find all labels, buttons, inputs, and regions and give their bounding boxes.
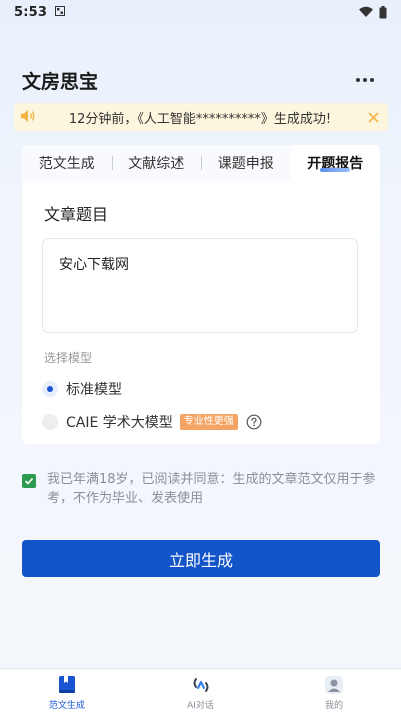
agreement: 我已年满18岁，已阅读并同意：生成的文章范文仅用于参考，不作为毕业、发表使用 (22, 470, 380, 508)
radio-checked-icon[interactable] (42, 381, 58, 397)
question-icon[interactable] (246, 414, 262, 430)
app-header: 文房思宝 (0, 62, 401, 98)
nav-label: AI对话 (187, 701, 214, 711)
checkbox-checked-icon[interactable] (22, 474, 36, 488)
battery-icon (379, 5, 387, 19)
nav-label: 我的 (325, 701, 344, 711)
nav-ai-chat[interactable]: AI对话 (134, 669, 268, 714)
notice-bar: 12分钟前，《人工智能**********》生成成功! (14, 103, 388, 131)
tab-opening-report[interactable]: 开题报告 (290, 145, 380, 181)
bottom-nav: 范文生成 AI对话 我的 (0, 668, 401, 714)
close-icon[interactable] (364, 108, 382, 126)
generate-button[interactable]: 立即生成 (22, 540, 380, 577)
more-dots-icon[interactable] (351, 70, 379, 90)
ai-chat-icon (190, 674, 212, 696)
tab-bar: 范文生成 文献综述 课题申报 开题报告 (22, 145, 380, 181)
model-label: 选择模型 (44, 351, 93, 365)
status-bar: 5:53 (0, 0, 401, 24)
radio-unchecked-icon[interactable] (42, 414, 58, 430)
tab-label: 文献综述 (128, 156, 185, 172)
app-title: 文房思宝 (22, 70, 99, 93)
notification-icon (55, 5, 66, 19)
tab-project-application[interactable]: 课题申报 (201, 145, 291, 181)
model-option-label: CAIE 学术大模型 (66, 415, 173, 431)
nav-label: 范文生成 (48, 701, 85, 711)
book-icon (56, 674, 78, 696)
wifi-icon (359, 6, 373, 18)
agreement-text: 我已年满18岁，已阅读并同意：生成的文章范文仅用于参考，不作为毕业、发表使用 (47, 472, 376, 506)
model-option-label: 标准模型 (66, 382, 122, 398)
professional-badge: 专业性更强 (179, 414, 238, 430)
topic-input[interactable]: 安心下载网 (42, 238, 358, 333)
profile-icon (323, 674, 345, 696)
speaker-icon (20, 108, 36, 127)
model-option-caie[interactable]: CAIE 学术大模型 专业性更强 (42, 412, 262, 432)
notice-text: 12分钟前，《人工智能**********》生成成功! (68, 111, 332, 127)
tab-essay-generation[interactable]: 范文生成 (22, 145, 112, 181)
model-option-standard[interactable]: 标准模型 (42, 379, 122, 399)
active-tab-indicator (320, 168, 351, 172)
status-time: 5:53 (14, 4, 48, 20)
tab-label: 课题申报 (217, 156, 274, 172)
form-card: 文章题目 安心下载网 选择模型 标准模型 CAIE 学术大模型 专业性更强 (22, 181, 380, 444)
section-title: 文章题目 (44, 205, 109, 224)
nav-profile[interactable]: 我的 (267, 669, 401, 714)
tab-literature-review[interactable]: 文献综述 (111, 145, 202, 181)
nav-essay-generation[interactable]: 范文生成 (0, 669, 134, 714)
tab-label: 范文生成 (38, 156, 95, 172)
